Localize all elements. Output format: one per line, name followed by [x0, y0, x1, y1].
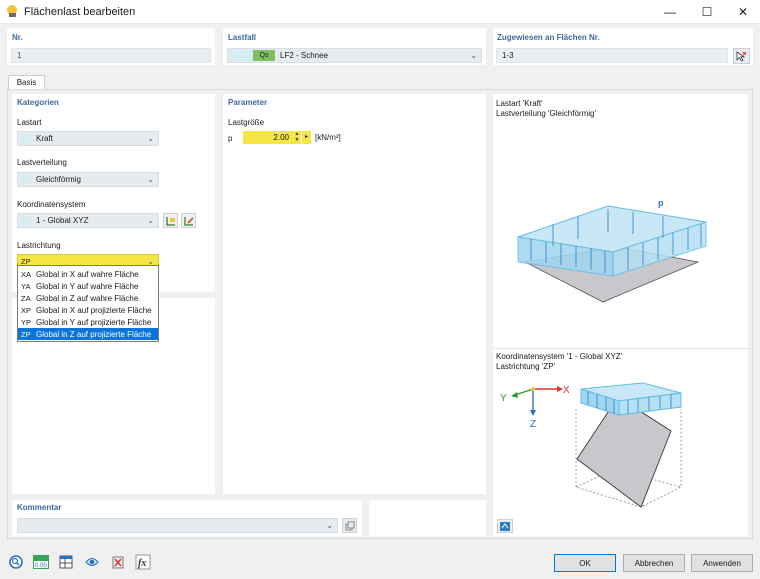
preview-options-button[interactable]: [497, 519, 513, 533]
load-p-symbol: p: [658, 198, 664, 208]
p-arrow-button[interactable]: ▸: [302, 131, 311, 144]
p-unit: [kN/m²]: [315, 133, 341, 142]
close-button[interactable]: ✕: [726, 0, 760, 24]
lastverteilung-combo[interactable]: Gleichförmig ⌄: [17, 172, 159, 187]
lastfall-color-swatch: [230, 50, 253, 61]
axis-z-label: Z: [530, 419, 536, 430]
kommentar-title: Kommentar: [17, 503, 62, 512]
kommentar-side-panel: [369, 500, 486, 536]
lastgroesse-label: Lastgröße: [228, 118, 265, 127]
lastfall-panel: Lastfall Qs LF2 - Schnee ⌄: [223, 28, 486, 65]
svg-text:0.00: 0.00: [35, 563, 47, 569]
kategorien-title: Kategorien: [17, 98, 59, 107]
axis-triad: X Y Z: [500, 385, 570, 430]
numeric-0-00-icon[interactable]: 0.00: [31, 553, 51, 571]
display-icon[interactable]: [82, 553, 102, 571]
ok-button[interactable]: OK: [554, 554, 616, 572]
chevron-down-icon: ⌄: [326, 521, 333, 530]
chevron-down-icon: ⌄: [147, 134, 154, 143]
dropdown-item-za[interactable]: ZA Global in Z auf wahre Fläche: [18, 292, 158, 304]
chevron-down-icon: ⌄: [147, 175, 154, 184]
p-value-input[interactable]: 2.00: [243, 131, 293, 144]
nr-label: Nr.: [12, 33, 23, 42]
lastverteilung-label: Lastverteilung: [17, 158, 67, 167]
parameter-panel: Parameter Lastgröße p 2.00 ▲ ▼ ▸ [kN/m²]: [223, 94, 486, 494]
kommentar-edit-button[interactable]: [342, 518, 357, 533]
coordinate-diagram: X Y Z: [500, 382, 682, 508]
lastart-swatch: [21, 134, 31, 143]
new-cs-icon: [165, 216, 175, 226]
lastfall-value: LF2 - Schnee: [280, 51, 329, 60]
cancel-button[interactable]: Abbrechen: [623, 554, 685, 572]
lastart-label: Lastart: [17, 118, 42, 127]
kommentar-panel: Kommentar ⌄: [12, 500, 362, 536]
nr-field: 1: [11, 48, 211, 63]
preview-load-distribution: Lastverteilung 'Gleichförmig': [496, 109, 596, 118]
zugewiesen-label: Zugewiesen an Flächen Nr.: [497, 33, 600, 42]
p-spinner[interactable]: ▲ ▼: [293, 131, 301, 144]
edit-coordinate-system-button[interactable]: [181, 213, 196, 228]
svg-text:fx: fx: [138, 558, 146, 569]
preview-load-type: Lastart 'Kraft': [496, 99, 543, 108]
lastart-value: Kraft: [36, 134, 53, 143]
axis-y-label: Y: [500, 393, 507, 404]
view-settings-icon: [500, 521, 510, 531]
koordinatensystem-value: 1 - Global XYZ: [36, 216, 89, 225]
title-bar: Flächenlast bearbeiten — ☐ ✕: [0, 0, 760, 24]
kategorien-panel: Kategorien Lastart Kraft ⌄ Lastverteilun…: [12, 94, 215, 292]
lastfall-badge: Qs: [253, 50, 275, 61]
delete-icon[interactable]: [108, 553, 128, 571]
app-icon: [7, 5, 17, 17]
kommentar-combo[interactable]: ⌄: [17, 518, 338, 533]
lastverteilung-swatch: [21, 175, 31, 184]
lastrichtung-dropdown-list[interactable]: XA Global in X auf wahre Fläche YA Global …: [17, 265, 159, 342]
load-table-icon[interactable]: [56, 553, 76, 571]
select-surfaces-button[interactable]: [733, 48, 750, 64]
dialog-client: Nr. 1 Lastfall Qs LF2 - Schnee ⌄ Zugewie…: [0, 24, 760, 579]
dropdown-item-xa[interactable]: XA Global in X auf wahre Fläche: [18, 268, 158, 280]
preview-coordinate-system: Koordinatensystem '1 - Global XYZ': [496, 352, 623, 361]
pick-cursor-icon: [736, 50, 747, 62]
chevron-down-icon: ⌄: [147, 216, 154, 225]
koordinatensystem-combo[interactable]: 1 - Global XYZ ⌄: [17, 213, 159, 228]
search-icon[interactable]: [6, 553, 26, 571]
lastart-combo[interactable]: Kraft ⌄: [17, 131, 159, 146]
dropdown-item-yp[interactable]: YP Global in Y auf projizierte Fläche: [18, 316, 158, 328]
parameter-title: Parameter: [228, 98, 268, 107]
maximize-button[interactable]: ☐: [690, 0, 724, 24]
dropdown-item-xp[interactable]: XP Global in X auf projizierte Fläche: [18, 304, 158, 316]
load-diagram: p: [517, 198, 707, 303]
lastfall-combo[interactable]: Qs LF2 - Schnee ⌄: [227, 48, 482, 63]
copy-icon: [345, 521, 354, 530]
dropdown-item-ya[interactable]: YA Global in Y auf wahre Fläche: [18, 280, 158, 292]
edit-cs-icon: [183, 216, 194, 226]
lastrichtung-label: Lastrichtung: [17, 241, 61, 250]
window-title: Flächenlast bearbeiten: [24, 6, 136, 18]
chevron-down-icon: ⌄: [470, 51, 477, 60]
axis-x-label: X: [563, 385, 570, 396]
new-coordinate-system-button[interactable]: [163, 213, 178, 228]
lastverteilung-value: Gleichförmig: [36, 175, 81, 184]
zugewiesen-panel: Zugewiesen an Flächen Nr. 1-3: [493, 28, 753, 65]
minimize-button[interactable]: —: [653, 0, 687, 24]
p-label: p: [228, 134, 233, 143]
koordinatensystem-label: Koordinatensystem: [17, 200, 86, 209]
formula-icon[interactable]: fx: [133, 553, 153, 571]
preview-divider: [493, 348, 748, 349]
zugewiesen-field[interactable]: 1-3: [496, 48, 728, 63]
preview-panel: Lastart 'Kraft' Lastverteilung 'Gleichfö…: [493, 94, 748, 536]
apply-button[interactable]: Anwenden: [691, 554, 753, 572]
tab-basis[interactable]: Basis: [8, 75, 45, 89]
lastfall-label: Lastfall: [228, 33, 257, 42]
dropdown-item-zp[interactable]: ZP Global in Z auf projizierte Fläche: [18, 328, 158, 340]
nr-panel: Nr. 1: [7, 28, 215, 65]
koordinatensystem-swatch: [21, 216, 31, 225]
